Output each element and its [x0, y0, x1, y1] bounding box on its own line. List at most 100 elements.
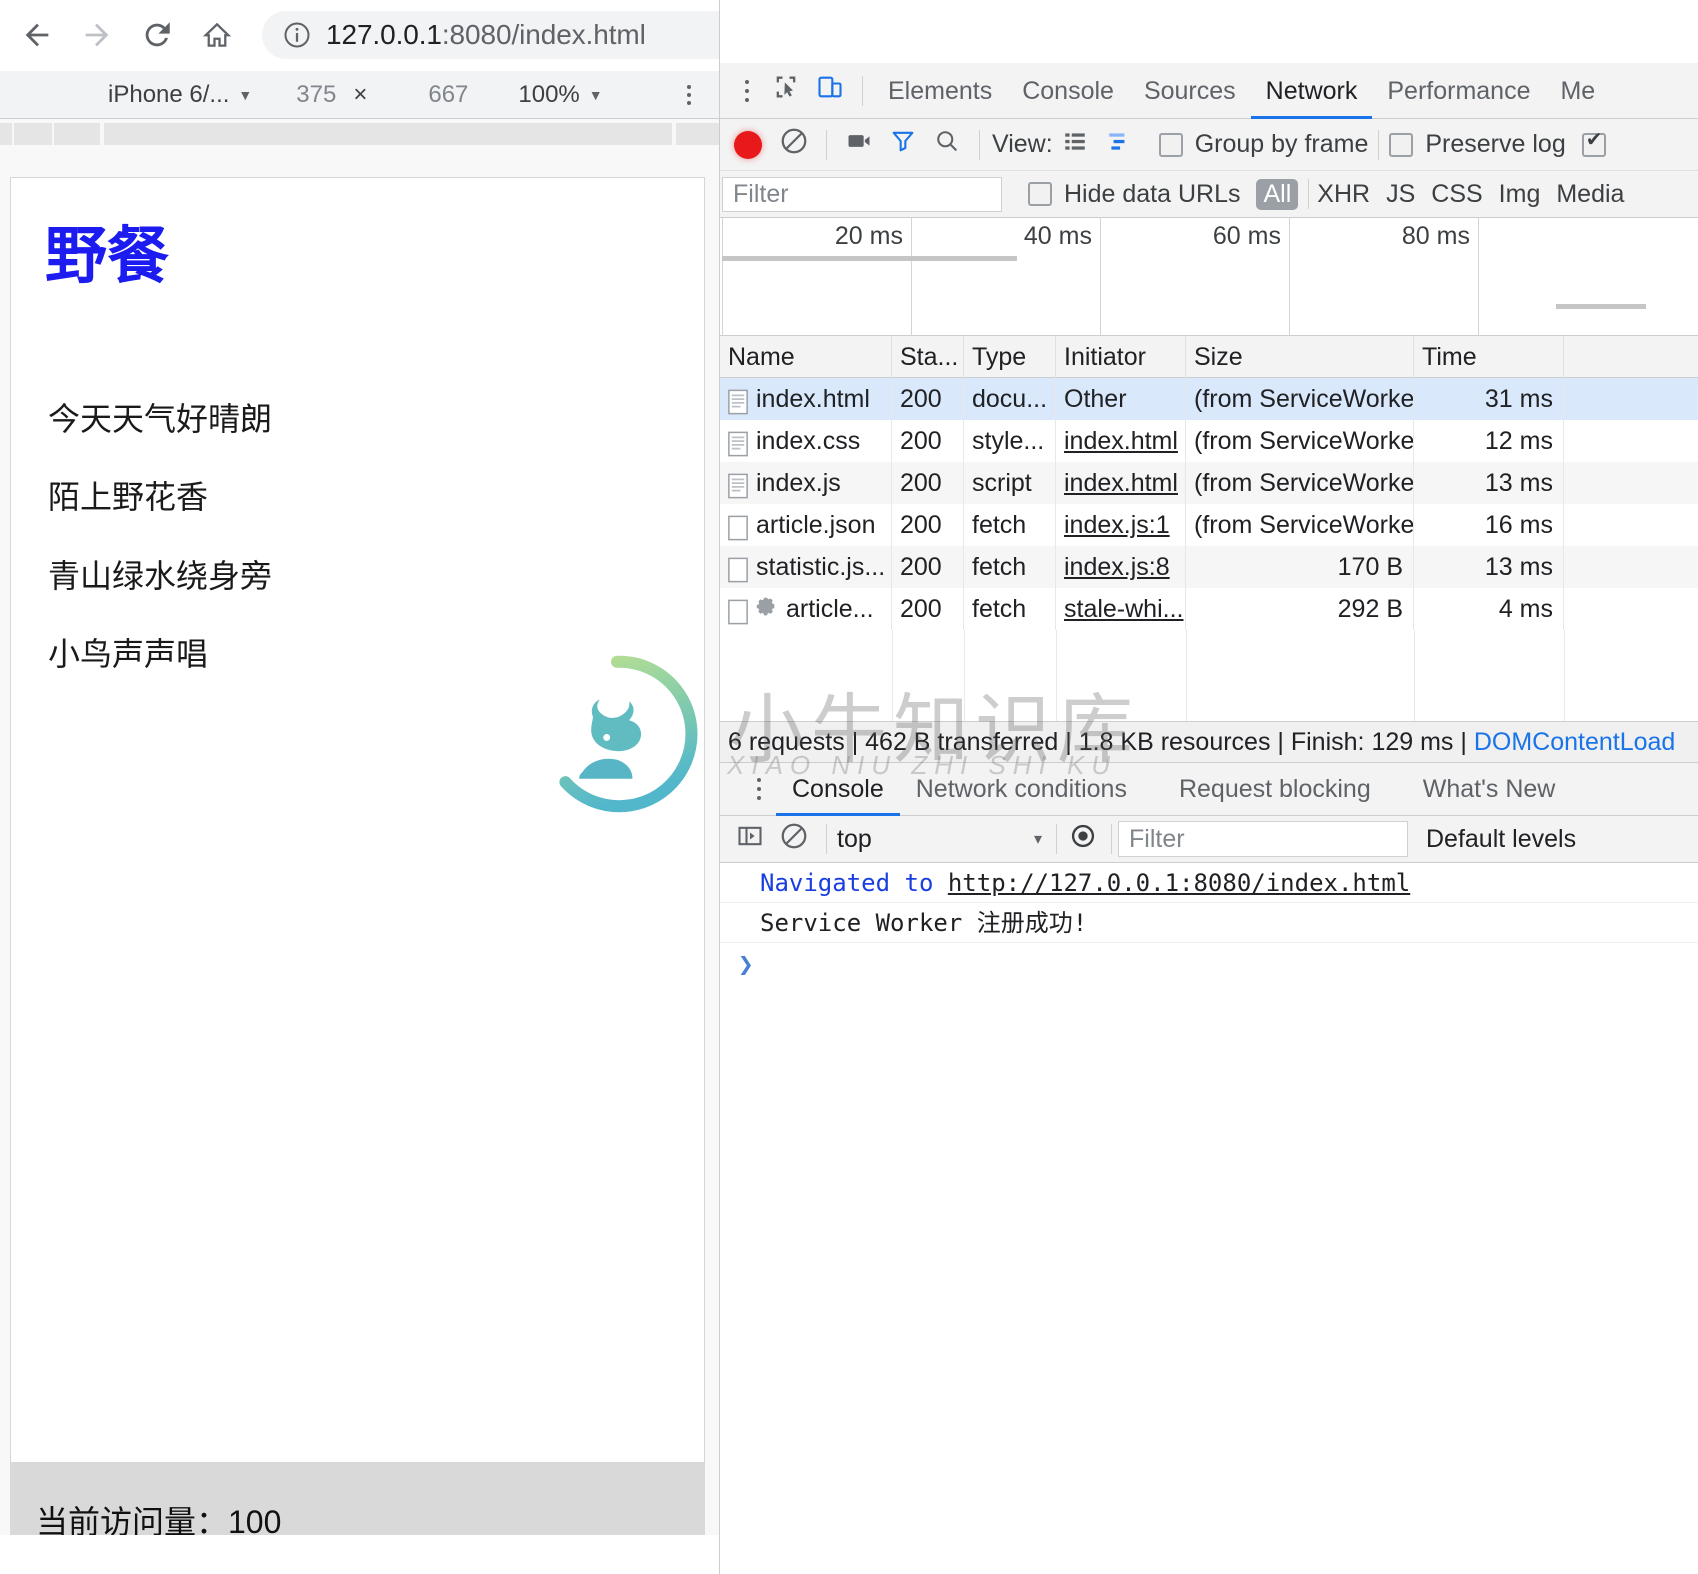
device-more-options-button[interactable] [675, 81, 703, 109]
drawer-tab-whats-new[interactable]: What's New [1407, 763, 1572, 816]
table-row[interactable]: statistic.js... 200 fetch index.js:8 170… [720, 546, 1698, 588]
tab-performance[interactable]: Performance [1372, 63, 1545, 119]
column-header-size[interactable]: Size [1186, 336, 1414, 378]
group-by-frame-option[interactable]: Group by frame [1158, 130, 1369, 159]
preserve-log-checkbox[interactable] [1389, 132, 1414, 157]
request-initiator-cell[interactable]: index.js:8 [1056, 546, 1186, 588]
navigated-url[interactable]: http://127.0.0.1:8080/index.html [948, 869, 1410, 897]
device-zoom-select[interactable]: 100% ▼ [518, 81, 602, 109]
reload-button[interactable] [134, 12, 180, 58]
request-name-cell[interactable]: index.js [720, 462, 892, 504]
tab-sources[interactable]: Sources [1129, 63, 1251, 119]
column-header-waterfall[interactable] [1564, 336, 1694, 378]
request-initiator-cell[interactable]: index.html [1056, 420, 1186, 462]
hide-data-urls-checkbox[interactable] [1028, 182, 1052, 206]
record-button-icon[interactable] [734, 130, 762, 159]
filter-type-img[interactable]: Img [1499, 180, 1541, 209]
article-line: 青山绿水绕身旁 [48, 557, 273, 594]
visit-count-bar: 当前访问量：100 [10, 1463, 705, 1535]
drawer-tab-network-conditions[interactable]: Network conditions [900, 763, 1143, 816]
request-name-cell[interactable]: article... [720, 588, 892, 630]
filter-type-js[interactable]: JS [1386, 180, 1415, 209]
initiator-link[interactable]: index.js:8 [1064, 553, 1170, 581]
request-waterfall-cell [1564, 504, 1694, 546]
console-sidebar-toggle[interactable] [728, 817, 772, 861]
console-context-select[interactable]: top ▾ [837, 825, 1052, 854]
inspect-element-button[interactable] [764, 69, 808, 113]
request-initiator-cell[interactable]: index.html [1056, 462, 1186, 504]
device-width-input[interactable]: 375 [296, 81, 336, 109]
initiator-link[interactable]: index.js:1 [1064, 511, 1170, 539]
initiator-link[interactable]: index.html [1064, 469, 1178, 497]
finish-time: Finish: 129 ms [1290, 727, 1454, 756]
table-row[interactable]: article.json 200 fetch index.js:1 (from … [720, 504, 1698, 546]
initiator-link[interactable]: stale-whi... [1064, 595, 1183, 623]
overview-tick-label: 20 ms [834, 222, 903, 250]
device-height-input[interactable]: 667 [428, 81, 468, 109]
tab-console[interactable]: Console [1007, 63, 1129, 119]
initiator-link[interactable]: index.html [1064, 427, 1178, 455]
filter-type-all[interactable]: All [1256, 178, 1299, 210]
table-row[interactable]: index.css 200 style... index.html (from … [720, 420, 1698, 462]
column-header-time[interactable]: Time [1414, 336, 1564, 378]
table-header-row: Name Sta... Type Initiator Size Time [720, 336, 1698, 378]
filter-type-css[interactable]: CSS [1431, 180, 1482, 209]
request-waterfall-cell [1564, 420, 1694, 462]
clear-console-button[interactable] [772, 817, 816, 861]
console-input-prompt[interactable]: ❯ [720, 943, 1698, 987]
domcontentloaded-link[interactable]: DOMContentLoad [1474, 728, 1676, 757]
waterfall-view-button[interactable] [1097, 123, 1141, 167]
live-expression-button[interactable] [1061, 817, 1105, 861]
group-by-frame-checkbox[interactable] [1158, 132, 1183, 157]
network-filter-input[interactable]: Filter [722, 176, 1002, 212]
toggle-device-toolbar-button[interactable] [808, 69, 852, 113]
request-status-cell: 200 [892, 588, 964, 630]
article-line: 陌上野花香 [48, 479, 209, 516]
search-button[interactable] [925, 123, 969, 167]
devtools-main-menu-button[interactable] [730, 79, 764, 102]
request-type-cell: script [964, 462, 1056, 504]
kebab-menu-icon [757, 778, 761, 782]
device-zoom-label: 100% [518, 80, 580, 108]
request-name-cell[interactable]: article.json [720, 504, 892, 546]
filter-toggle-button[interactable] [881, 123, 925, 167]
disable-cache-checkbox[interactable] [1581, 130, 1606, 157]
column-header-initiator[interactable]: Initiator [1056, 336, 1186, 378]
preserve-log-option[interactable]: Preserve log [1389, 130, 1566, 159]
table-row[interactable]: article... 200 fetch stale-whi... 292 B … [720, 588, 1698, 630]
capture-screenshots-button[interactable] [837, 123, 881, 167]
drawer-tab-request-blocking[interactable]: Request blocking [1163, 763, 1387, 816]
home-button[interactable] [194, 12, 240, 58]
request-type-cell: fetch [964, 588, 1056, 630]
column-header-type[interactable]: Type [964, 336, 1056, 378]
visit-count-label: 当前访问量：100 [36, 1504, 282, 1535]
drawer-more-options-button[interactable] [742, 778, 776, 800]
request-name-cell[interactable]: statistic.js... [720, 546, 892, 588]
network-overview-timeline[interactable]: 20 ms 40 ms 60 ms 80 ms [720, 218, 1698, 336]
console-filter-input[interactable]: Filter [1118, 821, 1408, 857]
request-name-cell[interactable]: index.html [720, 378, 892, 420]
drawer-tab-console[interactable]: Console [776, 763, 900, 816]
info-circle-icon[interactable] [282, 20, 312, 50]
tab-memory[interactable]: Me [1545, 63, 1610, 119]
device-select[interactable]: iPhone 6/... ▼ [108, 81, 252, 109]
tab-elements[interactable]: Elements [873, 63, 1007, 119]
back-button[interactable] [14, 12, 60, 58]
table-row[interactable]: index.html 200 docu... Other (from Servi… [720, 378, 1698, 420]
request-initiator-cell[interactable]: stale-whi... [1056, 588, 1186, 630]
filter-type-media[interactable]: Media [1556, 180, 1624, 209]
tab-network[interactable]: Network [1250, 63, 1373, 119]
overview-tick-label: 40 ms [1023, 222, 1092, 250]
kebab-menu-icon [687, 85, 691, 89]
console-levels-select[interactable]: Default levels [1426, 825, 1576, 854]
column-header-status[interactable]: Sta... [892, 336, 964, 378]
clear-network-log-button[interactable] [772, 123, 816, 167]
group-by-frame-label: Group by frame [1194, 130, 1369, 158]
forward-button[interactable] [74, 12, 120, 58]
list-view-button[interactable] [1053, 123, 1097, 167]
request-name-cell[interactable]: index.css [720, 420, 892, 462]
filter-type-xhr[interactable]: XHR [1317, 180, 1370, 209]
column-header-name[interactable]: Name [720, 336, 892, 378]
table-row[interactable]: index.js 200 script index.html (from Ser… [720, 462, 1698, 504]
request-initiator-cell[interactable]: index.js:1 [1056, 504, 1186, 546]
